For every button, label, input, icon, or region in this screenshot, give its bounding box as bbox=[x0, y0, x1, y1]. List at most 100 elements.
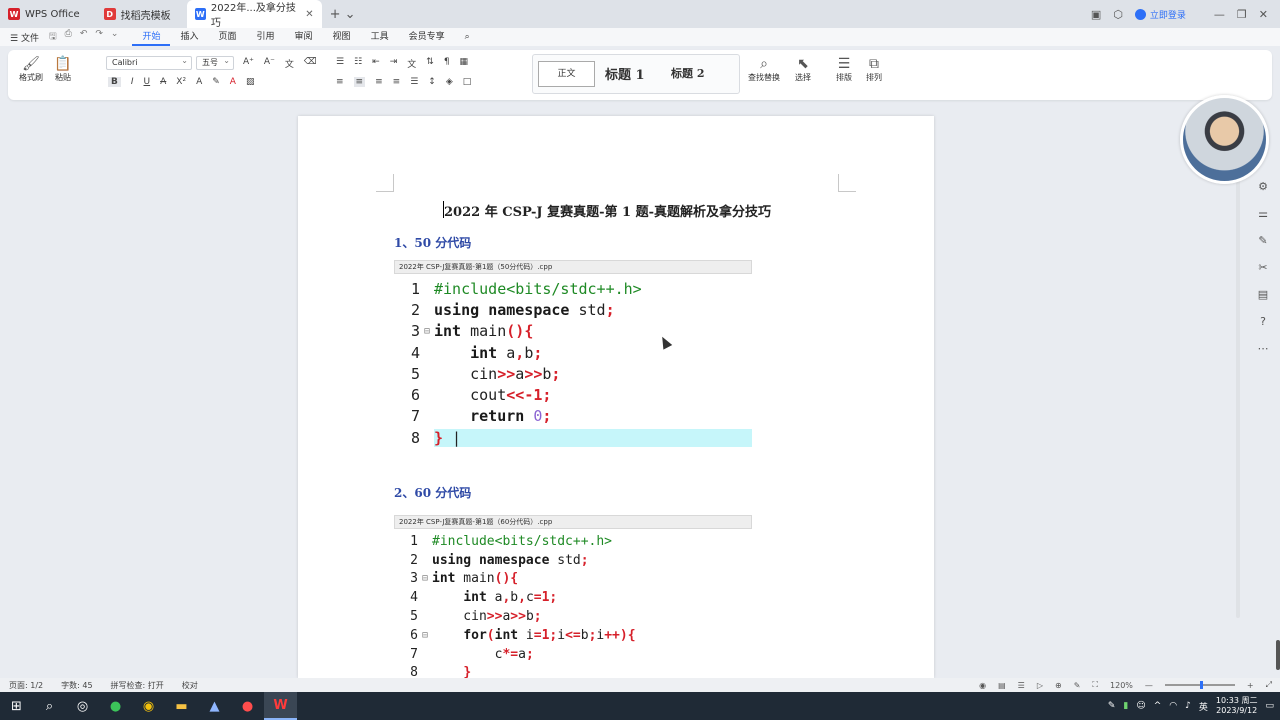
scroll-handle[interactable] bbox=[1276, 640, 1280, 670]
app-green-icon[interactable]: ● bbox=[99, 692, 132, 720]
bold-icon[interactable]: B bbox=[108, 77, 121, 87]
fold-toggle-icon[interactable]: ⊟ bbox=[418, 630, 432, 641]
font-size-select[interactable]: 五号 bbox=[196, 55, 234, 70]
clear-format-icon[interactable]: ⌫ bbox=[304, 57, 317, 70]
sidebar-tools-icon[interactable]: ✂ bbox=[1258, 261, 1267, 274]
style-normal[interactable]: 正文 bbox=[538, 61, 595, 87]
file-menu[interactable]: ☰ 文件 bbox=[0, 31, 49, 44]
redo-icon[interactable]: ↷ bbox=[95, 29, 103, 45]
undo-icon[interactable]: ↶ bbox=[80, 29, 88, 45]
underline-icon[interactable]: U bbox=[144, 77, 151, 87]
italic-icon[interactable]: I bbox=[131, 77, 134, 87]
numbering-icon[interactable]: ☷ bbox=[354, 57, 362, 70]
shading-icon[interactable]: ◈ bbox=[446, 77, 453, 87]
align-left-icon[interactable]: ≡ bbox=[336, 77, 344, 87]
tab-template[interactable]: D 找稻壳模板 bbox=[96, 0, 179, 28]
align-center-icon[interactable]: ≡ bbox=[353, 77, 366, 87]
tab-member[interactable]: 会员专享 bbox=[399, 28, 455, 46]
chevron-down-icon[interactable]: ⌄ bbox=[111, 29, 119, 45]
strikethrough-icon[interactable]: A bbox=[160, 77, 166, 87]
play-icon[interactable]: ▷ bbox=[1037, 681, 1043, 690]
style-heading-1[interactable]: 标题 1 bbox=[605, 64, 645, 83]
sidebar-book-icon[interactable]: ▤ bbox=[1258, 288, 1268, 301]
tab-page[interactable]: 页面 bbox=[209, 28, 247, 46]
pen-tray-icon[interactable]: ✎ bbox=[1108, 701, 1116, 711]
tab-review[interactable]: 审阅 bbox=[285, 28, 323, 46]
new-tab-button[interactable]: + ⌄ bbox=[322, 7, 364, 22]
page-view-icon[interactable]: ▤ bbox=[998, 681, 1006, 690]
tab-references[interactable]: 引用 bbox=[247, 28, 285, 46]
web-icon[interactable]: ⊕ bbox=[1055, 681, 1062, 690]
search-icon[interactable]: ⌕ bbox=[33, 692, 66, 720]
justify-icon[interactable]: ≡ bbox=[393, 77, 401, 87]
fold-toggle-icon[interactable]: ⊟ bbox=[418, 573, 432, 584]
save-icon[interactable]: 🖫 bbox=[49, 29, 57, 45]
tab-wps-office[interactable]: W WPS Office bbox=[0, 0, 88, 28]
chevron-up-icon[interactable]: ^ bbox=[1154, 701, 1162, 711]
zoom-out-icon[interactable]: — bbox=[1145, 681, 1153, 690]
word-count[interactable]: 字数: 45 bbox=[52, 680, 101, 691]
sidebar-edit-icon[interactable]: ✎ bbox=[1258, 234, 1267, 247]
fit-icon[interactable]: ⛶ bbox=[1092, 680, 1098, 690]
layout-button[interactable]: ☰ 排版 bbox=[830, 56, 858, 83]
eye-icon[interactable]: ◉ bbox=[979, 681, 986, 690]
sidebar-more-icon[interactable]: ⋯ bbox=[1258, 342, 1269, 355]
layout-icon[interactable]: ▣ bbox=[1091, 8, 1101, 21]
char-shading-icon[interactable]: ▨ bbox=[246, 77, 255, 87]
chrome-icon[interactable]: ◉ bbox=[132, 692, 165, 720]
fullscreen-icon[interactable]: ⤢ bbox=[1266, 680, 1272, 690]
pen-icon[interactable]: ✎ bbox=[1074, 681, 1081, 690]
search-icon[interactable]: ⌕ bbox=[455, 28, 480, 46]
show-marks-icon[interactable]: ¶ bbox=[444, 57, 450, 70]
close-icon[interactable]: ✕ bbox=[305, 9, 313, 20]
arrange-button[interactable]: ⧉ 排列 bbox=[860, 56, 888, 83]
chinese-layout-icon[interactable]: 文 bbox=[407, 57, 416, 70]
volume-icon[interactable]: ♪ bbox=[1185, 701, 1191, 711]
battery-icon[interactable]: ▮ bbox=[1123, 701, 1128, 711]
spell-check[interactable]: 拼写检查: 打开 bbox=[102, 680, 173, 691]
font-color-icon[interactable]: A bbox=[230, 77, 236, 87]
distribute-icon[interactable]: ☰ bbox=[410, 77, 418, 87]
border-icon[interactable]: □ bbox=[463, 77, 472, 87]
restore-icon[interactable]: ❐ bbox=[1237, 8, 1247, 21]
superscript-icon[interactable]: X² bbox=[176, 77, 186, 87]
vertical-scrollbar[interactable] bbox=[1236, 118, 1240, 618]
outline-icon[interactable]: ☰ bbox=[1018, 681, 1025, 690]
select-button[interactable]: ⬉ 选择 bbox=[788, 56, 818, 83]
zoom-slider[interactable] bbox=[1164, 681, 1235, 689]
align-right-icon[interactable]: ≡ bbox=[375, 77, 383, 87]
fold-toggle-icon[interactable]: ⊟ bbox=[420, 326, 434, 337]
minimize-icon[interactable]: — bbox=[1214, 8, 1225, 21]
table-icon[interactable]: ▦ bbox=[460, 57, 469, 70]
style-heading-2[interactable]: 标题 2 bbox=[671, 65, 704, 81]
zoom-in-icon[interactable]: + bbox=[1247, 681, 1254, 690]
task-view-icon[interactable]: ◎ bbox=[66, 692, 99, 720]
ime-indicator[interactable]: 英 bbox=[1199, 700, 1208, 713]
decrease-indent-icon[interactable]: ⇤ bbox=[372, 57, 380, 70]
sidebar-adjust-icon[interactable]: ⚌ bbox=[1258, 207, 1268, 220]
page-count[interactable]: 页面: 1/2 bbox=[0, 680, 52, 691]
print-icon[interactable]: ⎙ bbox=[65, 29, 72, 45]
shrink-font-icon[interactable]: A⁻ bbox=[264, 57, 275, 70]
increase-indent-icon[interactable]: ⇥ bbox=[390, 57, 398, 70]
zoom-level[interactable]: 120% bbox=[1110, 681, 1133, 690]
wps-taskbar-icon[interactable]: W bbox=[264, 692, 297, 720]
sidebar-settings-icon[interactable]: ⚙ bbox=[1258, 180, 1268, 193]
notification-icon[interactable]: ▭ bbox=[1265, 701, 1274, 711]
cube-icon[interactable]: ⬡ bbox=[1113, 8, 1123, 21]
bullets-icon[interactable]: ☰ bbox=[336, 57, 344, 70]
windows-start-icon[interactable]: ⊞ bbox=[0, 692, 33, 720]
tab-home[interactable]: 开始 bbox=[132, 28, 171, 46]
tab-tools[interactable]: 工具 bbox=[361, 28, 399, 46]
wifi-icon[interactable]: ◠ bbox=[1169, 701, 1177, 711]
close-window-icon[interactable]: ✕ bbox=[1259, 8, 1268, 21]
app-mountain-icon[interactable]: ▲ bbox=[198, 692, 231, 720]
find-replace-button[interactable]: ⌕ 查找替换 bbox=[744, 56, 784, 83]
paste-button[interactable]: 📋 粘贴 bbox=[50, 56, 76, 83]
sidebar-help-icon[interactable]: ? bbox=[1260, 315, 1266, 328]
recorder-icon[interactable]: ● bbox=[231, 692, 264, 720]
font-family-select[interactable]: Calibri bbox=[106, 55, 192, 70]
document-page[interactable]: 2022 年 CSP-J 复赛真题-第 1 题-真题解析及拿分技巧 1、50 分… bbox=[298, 116, 934, 678]
tab-document[interactable]: W 2022年...及拿分技巧 ✕ bbox=[186, 0, 322, 29]
login-button[interactable]: 立即登录 bbox=[1134, 8, 1186, 21]
